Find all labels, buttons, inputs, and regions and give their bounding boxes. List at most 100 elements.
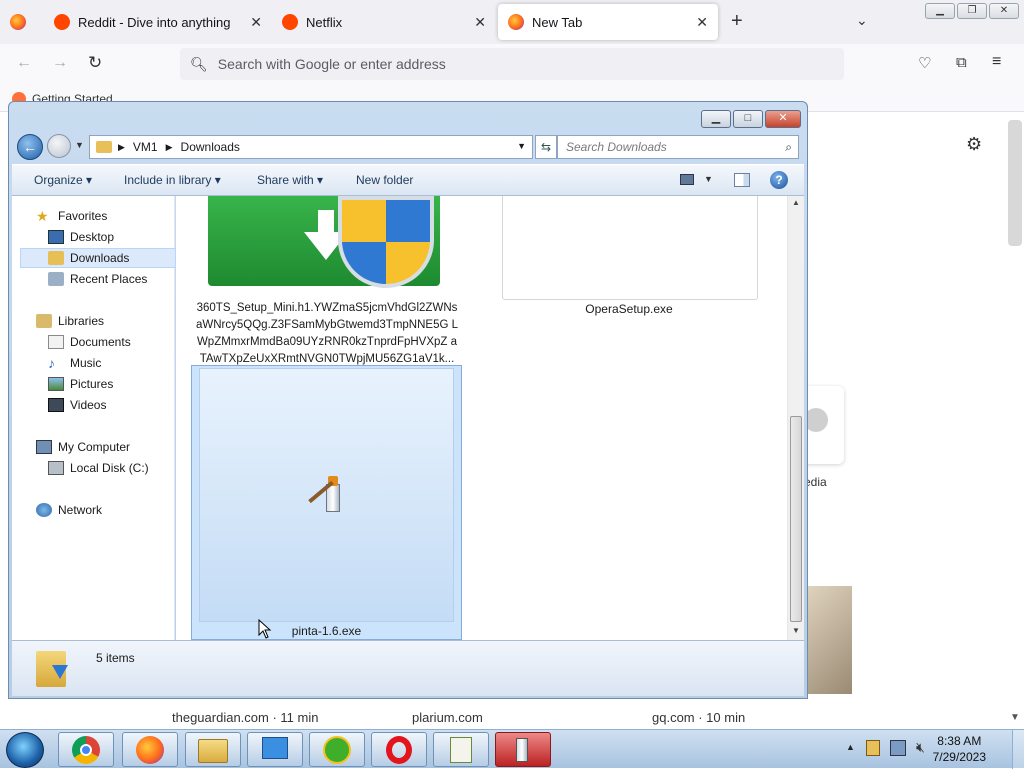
system-clock[interactable]: 8:38 AM 7/29/2023 bbox=[933, 733, 986, 765]
forward-arrow-icon[interactable]: → bbox=[52, 54, 68, 72]
site-card-plarium[interactable]: plarium.com bbox=[396, 700, 612, 730]
opera-icon bbox=[386, 736, 412, 764]
volume-muted-icon[interactable]: 🔇︎ bbox=[916, 739, 925, 756]
nav-favorites[interactable]: ★ Favorites bbox=[36, 206, 107, 226]
file-name-pinta: pinta-1.6.exe bbox=[291, 624, 362, 638]
action-center-flag-icon[interactable] bbox=[866, 740, 880, 756]
search-downloads-input[interactable]: Search Downloads ⌕ bbox=[557, 135, 799, 159]
gear-icon[interactable]: ⚙ bbox=[966, 134, 982, 155]
network-icon bbox=[36, 503, 52, 517]
taskbar-chrome[interactable] bbox=[58, 732, 114, 767]
nav-local-disk[interactable]: Local Disk (C:) bbox=[48, 458, 149, 478]
view-options-chevron-icon[interactable]: ▼ bbox=[704, 174, 713, 184]
refresh-button[interactable]: ⇆ bbox=[535, 135, 557, 159]
taskbar-opera[interactable] bbox=[371, 732, 427, 767]
nav-label: Downloads bbox=[70, 251, 130, 265]
taskbar-firefox[interactable] bbox=[122, 732, 178, 767]
explorer-close-button[interactable]: ✕ bbox=[765, 110, 801, 128]
taskbar-pinta[interactable] bbox=[495, 732, 551, 767]
breadcrumb-separator-icon[interactable]: ▶ bbox=[166, 142, 173, 153]
network-tray-icon[interactable] bbox=[890, 740, 906, 756]
scroll-up-arrow-icon[interactable]: ▲ bbox=[792, 198, 800, 207]
include-in-library-button[interactable]: Include in library ▾ bbox=[124, 173, 221, 187]
file-item-opera[interactable]: OperaSetup.exe bbox=[494, 196, 764, 316]
explorer-window: ▁ □ ✕ ← ▼ ▶ VM1 ▶ Downloads ▼ ⇆ Search D… bbox=[8, 101, 808, 699]
firefox-icon bbox=[136, 736, 164, 764]
nav-music[interactable]: ♪ Music bbox=[48, 353, 101, 373]
share-with-button[interactable]: Share with ▾ bbox=[257, 173, 323, 187]
nav-desktop[interactable]: Desktop bbox=[48, 227, 114, 247]
recent-pages-chevron-icon[interactable]: ▼ bbox=[75, 140, 84, 150]
clock-time: 8:38 AM bbox=[937, 734, 982, 748]
nav-recent-places[interactable]: Recent Places bbox=[48, 269, 147, 289]
close-window-button[interactable]: ✕ bbox=[989, 3, 1019, 19]
start-button[interactable] bbox=[6, 732, 44, 768]
file-item-pinta[interactable]: pinta-1.6.exe bbox=[191, 365, 462, 640]
nav-pictures[interactable]: Pictures bbox=[48, 374, 113, 394]
new-tab-plus-icon[interactable]: + bbox=[731, 10, 743, 33]
download-arrow-stem bbox=[318, 210, 334, 234]
show-hidden-icons-icon[interactable]: ▲ bbox=[846, 742, 855, 752]
pinta-icon bbox=[304, 470, 350, 516]
download-arrow-icon bbox=[52, 665, 68, 679]
minimize-button[interactable]: ▁ bbox=[925, 3, 955, 19]
scroll-thumb[interactable] bbox=[790, 416, 802, 622]
scroll-down-arrow-icon[interactable]: ▼ bbox=[792, 626, 800, 635]
star-icon: ★ bbox=[36, 208, 49, 224]
address-breadcrumb[interactable]: ▶ VM1 ▶ Downloads ▼ bbox=[89, 135, 533, 159]
close-icon[interactable]: ✕ bbox=[696, 14, 708, 31]
back-button[interactable]: ← bbox=[17, 134, 43, 160]
address-bar[interactable]: 🔍︎ Search with Google or enter address bbox=[180, 48, 844, 80]
breadcrumb-vm1[interactable]: VM1 bbox=[133, 140, 158, 154]
file-list-scrollbar[interactable]: ▲ ▼ bbox=[787, 196, 804, 640]
list-tabs-chevron-icon[interactable]: ⌄ bbox=[856, 12, 868, 29]
extensions-icon[interactable]: ⧉ bbox=[956, 54, 967, 71]
close-icon[interactable]: ✕ bbox=[474, 14, 486, 31]
site-card-guardian[interactable]: theguardian.com · 11 min bbox=[156, 700, 372, 730]
new-folder-button[interactable]: New folder bbox=[356, 173, 413, 187]
nav-network[interactable]: Network bbox=[36, 500, 102, 520]
organize-button[interactable]: Organize ▾ bbox=[34, 173, 92, 187]
search-icon: 🔍︎ bbox=[190, 55, 208, 72]
preview-pane-icon[interactable] bbox=[734, 173, 750, 187]
file-item-360ts[interactable]: 360TS_Setup_Mini.h1.YWZmaS5jcmVhdGl2ZWNs… bbox=[190, 196, 460, 365]
address-dropdown-icon[interactable]: ▼ bbox=[517, 141, 526, 151]
nav-downloads[interactable]: Downloads bbox=[20, 248, 176, 268]
breadcrumb-downloads[interactable]: Downloads bbox=[181, 140, 240, 154]
nav-videos[interactable]: Videos bbox=[48, 395, 106, 415]
tab-reddit[interactable]: Reddit - Dive into anything ✕ bbox=[44, 4, 272, 40]
help-icon[interactable]: ? bbox=[770, 171, 788, 189]
pocket-icon[interactable]: ♡ bbox=[918, 54, 931, 72]
taskbar-downloads[interactable] bbox=[247, 732, 303, 767]
scroll-down-arrow-icon[interactable]: ▼ bbox=[1010, 712, 1020, 723]
change-view-icon[interactable] bbox=[680, 174, 694, 185]
reload-icon[interactable]: ↻ bbox=[88, 53, 102, 73]
nav-my-computer[interactable]: My Computer bbox=[36, 437, 130, 457]
back-arrow-icon[interactable]: ← bbox=[16, 54, 32, 72]
restore-button[interactable]: ❐ bbox=[957, 3, 987, 19]
tab-new-tab[interactable]: New Tab ✕ bbox=[498, 4, 718, 40]
documents-icon bbox=[48, 335, 64, 349]
tab-label: Netflix bbox=[306, 14, 343, 30]
explorer-minimize-button[interactable]: ▁ bbox=[701, 110, 731, 128]
taskbar-explorer[interactable] bbox=[185, 732, 241, 767]
taskbar-notepad[interactable] bbox=[433, 732, 489, 767]
search-placeholder: Search Downloads bbox=[566, 140, 667, 154]
tab-netflix[interactable]: Netflix ✕ bbox=[272, 4, 496, 40]
search-icon: ⌕ bbox=[785, 140, 792, 154]
show-desktop-button[interactable] bbox=[1012, 730, 1024, 769]
forward-button[interactable] bbox=[47, 134, 71, 158]
site-card-gq[interactable]: gq.com · 10 min bbox=[636, 700, 852, 730]
nav-label: Videos bbox=[70, 398, 107, 412]
nav-libraries[interactable]: Libraries bbox=[36, 311, 104, 331]
explorer-maximize-button[interactable]: □ bbox=[733, 110, 763, 128]
menu-icon[interactable]: ≡ bbox=[992, 53, 1001, 71]
breadcrumb-separator-icon[interactable]: ▶ bbox=[118, 142, 125, 153]
music-icon: ♪ bbox=[48, 355, 55, 371]
page-scrollbar[interactable] bbox=[1008, 120, 1022, 246]
taskbar-360[interactable] bbox=[309, 732, 365, 767]
tab-firefox-first[interactable] bbox=[0, 4, 42, 40]
nav-documents[interactable]: Documents bbox=[48, 332, 131, 352]
file-thumbnail-frame bbox=[502, 196, 758, 300]
close-icon[interactable]: ✕ bbox=[250, 14, 262, 31]
